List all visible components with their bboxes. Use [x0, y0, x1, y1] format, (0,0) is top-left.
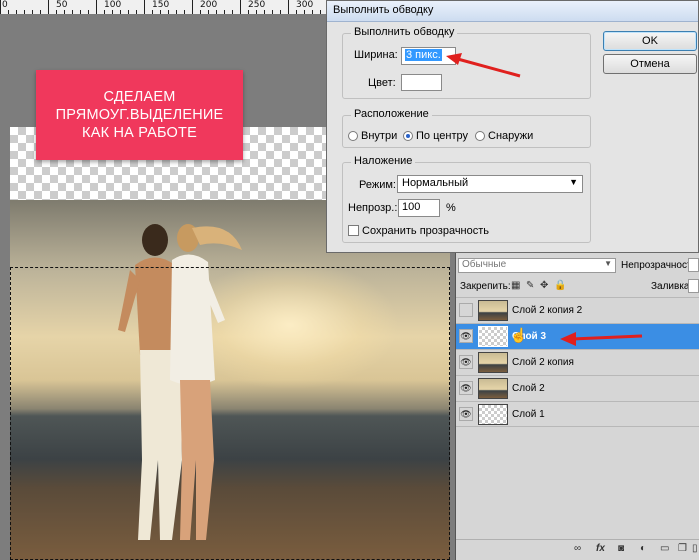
ruler-tick: [288, 0, 289, 14]
lock-paint-icon[interactable]: ✎: [526, 280, 534, 291]
lock-transparency-icon[interactable]: ▦: [511, 280, 520, 291]
location-group: Расположение Внутри По центру Снаружи: [342, 108, 591, 148]
color-swatch[interactable]: [401, 74, 442, 91]
banner-line: ПРЯМОУГ.ВЫДЕЛЕНИЕ: [55, 107, 224, 123]
dialog-title: Выполнить обводку: [333, 4, 434, 16]
mode-select[interactable]: Нормальный ▼: [397, 175, 583, 193]
layer-thumbnail: [478, 352, 508, 373]
stroke-dialog: Выполнить обводку Выполнить обводку Шири…: [326, 0, 699, 253]
layer-row[interactable]: Слой 2 копия 2: [456, 297, 699, 323]
red-arrow-icon: [446, 53, 521, 78]
blending-group-legend: Наложение: [351, 155, 416, 167]
opacity-unit: %: [446, 202, 456, 214]
visibility-toggle[interactable]: [459, 303, 473, 317]
layer-name: Слой 1: [512, 409, 545, 420]
preserve-transparency-checkbox[interactable]: [348, 225, 359, 236]
layer-row[interactable]: 👁 Слой 2: [456, 375, 699, 401]
ruler-label: 200: [200, 0, 218, 10]
ruler-label: 300: [296, 0, 314, 10]
inside-radio[interactable]: [348, 131, 358, 141]
outside-label: Снаружи: [488, 130, 534, 142]
rectangular-selection[interactable]: [10, 267, 450, 560]
layer-name: Слой 2 копия 2: [512, 305, 583, 316]
new-layer-icon[interactable]: ❐: [678, 543, 687, 554]
ruler-label: 250: [248, 0, 266, 10]
ruler-tick: [0, 0, 1, 14]
layer-row[interactable]: 👁 Слой 1: [456, 401, 699, 427]
color-label: Цвет:: [368, 77, 396, 89]
location-group-legend: Расположение: [351, 108, 432, 120]
chevron-down-icon: ▼: [569, 177, 578, 187]
width-label: Ширина:: [354, 49, 398, 61]
lock-all-icon[interactable]: 🔒: [554, 280, 566, 291]
instruction-banner: СДЕЛАЕМ ПРЯМОУГ.ВЫДЕЛЕНИЕ КАК НА РАБОТЕ: [36, 70, 243, 160]
opacity-value: 100: [402, 201, 421, 213]
ruler-label: 0: [2, 0, 8, 10]
lock-move-icon[interactable]: ✥: [540, 280, 548, 291]
layers-panel-footer: ∞ fx ◙ ◐ ▭ ❐ ▯: [456, 539, 699, 560]
layer-thumbnail: [478, 300, 508, 321]
outside-radio[interactable]: [475, 131, 485, 141]
center-label: По центру: [416, 130, 468, 142]
preserve-transparency-label: Сохранить прозрачность: [362, 225, 490, 237]
ruler-tick: [144, 0, 145, 14]
hand-cursor-icon: ☝: [510, 327, 528, 343]
lock-label: Закрепить:: [460, 281, 511, 292]
center-radio[interactable]: [403, 131, 413, 141]
mode-value: Нормальный: [402, 177, 469, 189]
layer-name: Слой 2 копия: [512, 357, 574, 368]
layers-panel: Обычные ▼ Непрозрачность: Закрепить: ▦ ✎…: [455, 253, 699, 560]
width-value: 3 пикс.: [405, 49, 442, 61]
cancel-button[interactable]: Отмена: [603, 54, 697, 74]
fill-input[interactable]: [688, 279, 699, 293]
stroke-group-legend: Выполнить обводку: [351, 26, 458, 38]
blend-mode-value: Обычные: [462, 259, 507, 270]
mask-icon[interactable]: ◙: [618, 543, 624, 554]
fill-label: Заливка:: [651, 281, 693, 292]
ruler-label: 100: [104, 0, 122, 10]
link-icon[interactable]: ∞: [574, 543, 581, 554]
layer-opacity-input[interactable]: [688, 258, 699, 272]
layer-name: Слой 2: [512, 383, 545, 394]
ruler-tick: [48, 0, 49, 14]
inside-label: Внутри: [361, 130, 398, 142]
layer-row[interactable]: 👁 Слой 2 копия: [456, 349, 699, 375]
ruler-tick: [96, 0, 97, 14]
opacity-label: Непрозр.:: [348, 202, 398, 214]
folder-icon[interactable]: ▭: [660, 543, 669, 554]
ok-button[interactable]: OK: [603, 31, 697, 51]
dialog-titlebar[interactable]: Выполнить обводку: [327, 1, 698, 22]
eye-icon[interactable]: 👁: [459, 329, 473, 343]
fx-icon[interactable]: fx: [596, 543, 605, 554]
eye-icon[interactable]: 👁: [459, 407, 473, 421]
banner-line: СДЕЛАЕМ: [103, 89, 176, 105]
eye-icon[interactable]: 👁: [459, 381, 473, 395]
opacity-input[interactable]: 100: [398, 199, 440, 217]
ruler-label: 50: [56, 0, 68, 10]
layer-thumbnail: [478, 378, 508, 399]
ruler-tick: [192, 0, 193, 14]
ruler-tick: [240, 0, 241, 14]
ruler-label: 150: [152, 0, 170, 10]
mode-label: Режим:: [359, 179, 396, 191]
adjustment-icon[interactable]: ◐: [640, 543, 646, 554]
trash-icon[interactable]: ▯: [692, 543, 698, 554]
eye-icon[interactable]: 👁: [459, 355, 473, 369]
banner-line: КАК НА РАБОТЕ: [82, 125, 197, 141]
chevron-down-icon: ▼: [604, 259, 612, 268]
layer-thumbnail: [478, 326, 508, 347]
blend-mode-select[interactable]: Обычные ▼: [458, 258, 616, 273]
layer-thumbnail: [478, 404, 508, 425]
red-arrow-icon: [560, 332, 643, 346]
